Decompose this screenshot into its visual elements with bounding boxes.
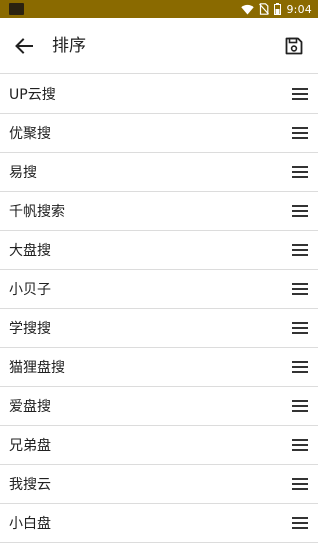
list-item[interactable]: 千帆搜索 [0, 192, 318, 231]
arrow-left-icon [15, 38, 33, 54]
list-item[interactable]: UP云搜 [0, 75, 318, 114]
drag-handle-icon[interactable] [292, 515, 308, 531]
drag-handle-icon[interactable] [292, 86, 308, 102]
list-item[interactable]: 小贝子 [0, 270, 318, 309]
status-bar: 9:04 [0, 0, 318, 18]
list-item[interactable]: 学搜搜 [0, 309, 318, 348]
save-icon [285, 37, 303, 55]
list-item-label: UP云搜 [9, 87, 56, 103]
drag-handle-icon[interactable] [292, 203, 308, 219]
list-item-label: 易搜 [9, 165, 37, 181]
list-item-label: 优聚搜 [9, 126, 51, 142]
no-sim-icon [259, 3, 270, 15]
list-item[interactable]: 小白盘 [0, 504, 318, 543]
list-item-label: 大盘搜 [9, 243, 51, 259]
list-item-label: 猫狸盘搜 [9, 360, 65, 376]
list-item-label: 学搜搜 [9, 321, 51, 337]
drag-handle-icon[interactable] [292, 164, 308, 180]
notification-icon [9, 3, 24, 15]
list-item[interactable]: 猫狸盘搜 [0, 348, 318, 387]
sort-list: UP云搜 优聚搜 易搜 千帆搜索 大盘搜 小贝子 学搜搜 猫狸盘搜 爱盘搜 兄弟… [0, 75, 318, 543]
drag-handle-icon[interactable] [292, 320, 308, 336]
drag-handle-icon[interactable] [292, 398, 308, 414]
app-bar: 排序 [0, 18, 318, 74]
list-item[interactable]: 爱盘搜 [0, 387, 318, 426]
list-item-label: 小白盘 [9, 516, 51, 532]
list-item-label: 小贝子 [9, 282, 51, 298]
status-icons: 9:04 [241, 0, 312, 18]
list-item-label: 我搜云 [9, 477, 51, 493]
page-title: 排序 [52, 36, 86, 56]
back-button[interactable] [10, 34, 38, 58]
drag-handle-icon[interactable] [292, 359, 308, 375]
list-item[interactable]: 大盘搜 [0, 231, 318, 270]
drag-handle-icon[interactable] [292, 281, 308, 297]
save-button[interactable] [282, 34, 306, 58]
list-item[interactable]: 优聚搜 [0, 114, 318, 153]
list-item[interactable]: 我搜云 [0, 465, 318, 504]
status-time: 9:04 [286, 2, 312, 16]
battery-icon [274, 3, 282, 15]
drag-handle-icon[interactable] [292, 125, 308, 141]
list-item-label: 爱盘搜 [9, 399, 51, 415]
wifi-icon [241, 4, 255, 15]
list-item[interactable]: 易搜 [0, 153, 318, 192]
drag-handle-icon[interactable] [292, 437, 308, 453]
list-item-label: 千帆搜索 [9, 204, 65, 220]
list-item-label: 兄弟盘 [9, 438, 51, 454]
drag-handle-icon[interactable] [292, 476, 308, 492]
drag-handle-icon[interactable] [292, 242, 308, 258]
list-item[interactable]: 兄弟盘 [0, 426, 318, 465]
